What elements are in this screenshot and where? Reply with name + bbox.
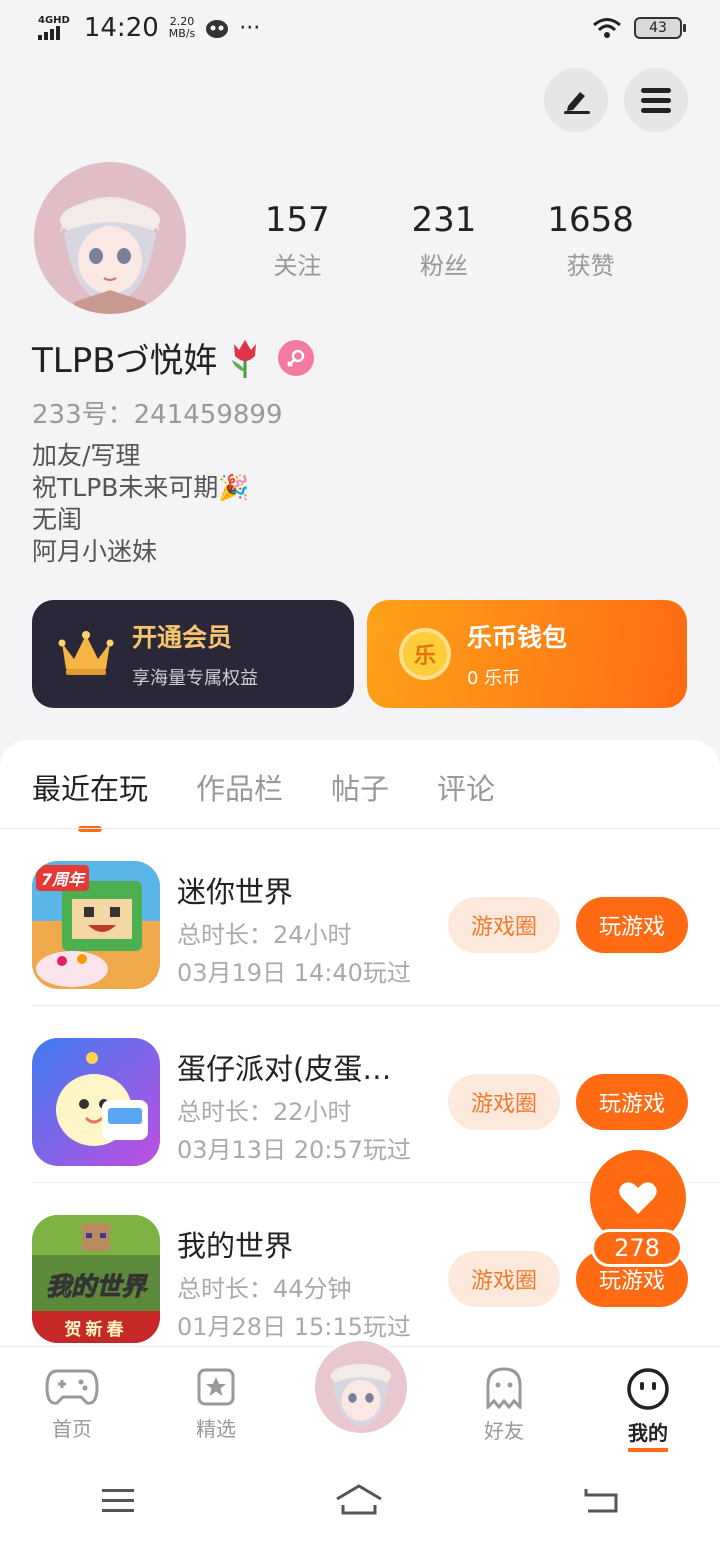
face-icon [627, 1368, 669, 1410]
tab-works[interactable]: 作品栏 [196, 766, 283, 832]
crown-icon [58, 631, 114, 675]
signal-icon: 4GHD [38, 16, 70, 40]
game-duration: 总时长：44分钟 [177, 1275, 352, 1303]
stat-label: 关注 [273, 252, 322, 280]
menu-icon [641, 88, 671, 113]
heart-icon [619, 1182, 657, 1214]
bio-line: 加友/写理 [32, 441, 141, 470]
clock: 14:20 [83, 13, 159, 43]
bio-line: 阿月小迷妹 [32, 537, 158, 566]
vip-title: 开通会员 [132, 623, 233, 652]
content-panel: 最近在玩 作品栏 帖子 评论 7周年 迷你世界 总时长：24小时 03月19日 … [0, 740, 720, 1380]
nav-label: 首页 [52, 1417, 92, 1441]
nav-center-avatar[interactable] [312, 1338, 410, 1436]
menu-button[interactable] [624, 68, 688, 132]
nav-label: 好友 [484, 1419, 524, 1443]
stat-likes[interactable]: 1658 获赞 [517, 200, 664, 281]
recent-apps-icon[interactable] [100, 1486, 136, 1514]
edit-profile-button[interactable] [544, 68, 608, 132]
gamepad-icon [45, 1369, 99, 1405]
game-last-played: 03月19日 14:40玩过 [177, 959, 411, 987]
game-circle-button[interactable]: 游戏圈 [448, 1074, 560, 1130]
game-icon-eggy-party [32, 1038, 160, 1166]
list-item[interactable]: 7周年 迷你世界 总时长：24小时 03月19日 14:40玩过 游戏圈 玩游戏 [0, 829, 720, 1006]
wallet-card[interactable]: 乐 乐币钱包 0 乐币 [367, 600, 687, 708]
play-game-button[interactable]: 玩游戏 [576, 897, 688, 953]
avatar[interactable] [34, 162, 186, 314]
wallet-balance: 0 乐币 [467, 668, 521, 689]
battery-icon: 43 [634, 17, 686, 39]
vip-subtitle: 享海量专属权益 [132, 668, 258, 689]
back-icon[interactable] [582, 1485, 620, 1515]
ghost-icon [486, 1367, 522, 1409]
wallet-title: 乐币钱包 [467, 623, 568, 652]
stat-following[interactable]: 157 关注 [224, 200, 371, 281]
play-game-button[interactable]: 玩游戏 [576, 1074, 688, 1130]
home-icon[interactable] [335, 1483, 383, 1517]
game-circle-button[interactable]: 游戏圈 [448, 1251, 560, 1307]
bio-line: 祝TLPB未来可期🎉 [32, 473, 250, 502]
network-type: 4GHD [38, 15, 70, 26]
game-name: 迷你世界 [177, 875, 294, 909]
tab-posts[interactable]: 帖子 [331, 766, 389, 832]
profile-stats: 157 关注 231 粉丝 1658 获赞 [224, 200, 664, 281]
game-name: 我的世界 [177, 1229, 294, 1263]
bio-line: 无闺 [32, 505, 83, 534]
game-icon-title: 我的世界 [45, 1272, 146, 1302]
game-name: 蛋仔派对(皮蛋… [177, 1052, 392, 1086]
coin-icon: 乐 [399, 628, 451, 680]
nav-friends[interactable]: 好友 [432, 1347, 576, 1456]
game-duration: 总时长：22小时 [177, 1098, 352, 1126]
game-last-played: 01月28日 15:15玩过 [177, 1313, 411, 1341]
bio: 加友/写理 祝TLPB未来可期🎉 无闺 阿月小迷妹 [32, 440, 250, 568]
coin-char: 乐 [413, 644, 436, 669]
game-last-played: 03月13日 20:57玩过 [177, 1136, 411, 1164]
stat-label: 获赞 [566, 252, 615, 280]
star-bookmark-icon [197, 1368, 235, 1406]
user-id: 233号：241459899 [32, 400, 283, 430]
game-icon-minecraft: 我的世界 贺新春 [32, 1215, 160, 1343]
gender-female-icon [277, 339, 314, 376]
stat-count: 157 [264, 200, 330, 240]
more-notifications-icon: ··· [239, 15, 261, 41]
username: TLPBづ悦姩 [32, 341, 218, 381]
game-duration: 总时长：24小时 [177, 921, 352, 949]
nav-label: 精选 [196, 1417, 236, 1441]
stat-count: 231 [411, 200, 477, 240]
wifi-icon [593, 18, 621, 38]
system-nav-bar [0, 1456, 720, 1544]
game-icon-subtitle: 贺新春 [64, 1320, 128, 1340]
tab-comments[interactable]: 评论 [437, 766, 495, 832]
anniversary-badge: 7周年 [36, 865, 90, 891]
edit-icon [564, 92, 590, 114]
stat-followers[interactable]: 231 粉丝 [371, 200, 518, 281]
game-circle-button[interactable]: 游戏圈 [448, 897, 560, 953]
notification-app-icon [206, 20, 229, 38]
tab-bar: 最近在玩 作品栏 帖子 评论 [32, 766, 495, 832]
nav-home[interactable]: 首页 [0, 1347, 144, 1456]
status-bar: 4GHD 14:20 2.20 MB/s ··· 43 [0, 0, 720, 56]
tulip-icon [231, 339, 256, 378]
nav-featured[interactable]: 精选 [144, 1347, 288, 1456]
nav-me[interactable]: 我的 [576, 1347, 720, 1456]
network-speed: 2.20 MB/s [168, 15, 196, 40]
nav-label: 我的 [628, 1417, 668, 1452]
tab-recent[interactable]: 最近在玩 [32, 766, 148, 832]
stat-label: 粉丝 [420, 252, 468, 280]
vip-membership-card[interactable]: 开通会员 享海量专属权益 [32, 600, 354, 708]
stat-count: 1658 [547, 200, 634, 240]
game-icon-mini-world: 7周年 [32, 861, 160, 989]
like-count: 278 [591, 1229, 683, 1267]
username-row: TLPBづ悦姩 [32, 333, 314, 382]
